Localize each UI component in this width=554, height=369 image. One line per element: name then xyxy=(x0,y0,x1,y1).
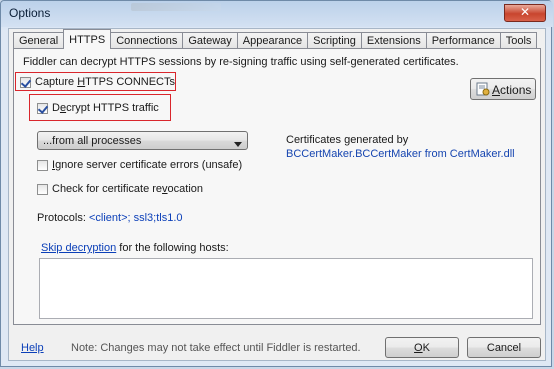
https-description: Fiddler can decrypt HTTPS sessions by re… xyxy=(23,56,459,68)
check-revocation-checkbox-row[interactable]: Check for certificate revocation xyxy=(37,183,203,195)
skip-decryption-link[interactable]: Skip decryption xyxy=(41,242,116,254)
tab-label: Appearance xyxy=(242,35,303,47)
close-icon: ✕ xyxy=(519,5,531,19)
decrypt-https-checkbox[interactable] xyxy=(37,102,48,114)
capture-https-checkbox[interactable] xyxy=(20,76,31,88)
actions-button-label: Actions xyxy=(492,83,532,97)
tab-general[interactable]: General xyxy=(13,32,65,49)
ignore-errors-checkbox-row[interactable]: Ignore server certificate errors (unsafe… xyxy=(37,159,242,171)
check-revocation-label: Check for certificate revocation xyxy=(52,183,204,195)
help-link[interactable]: Help xyxy=(21,342,44,354)
tab-label: Connections xyxy=(116,35,178,47)
title-bar-background-text xyxy=(131,3,221,11)
ignore-errors-label: Ignore server certificate errors (unsafe… xyxy=(52,159,243,171)
capture-https-label: Capture HTTPS CONNECTs xyxy=(35,76,175,88)
restart-note: Note: Changes may not take effect until … xyxy=(71,342,361,354)
cert-generated-label: Certificates generated by xyxy=(286,134,409,146)
cert-generator-value: BCCertMaker.BCCertMaker from CertMaker.d… xyxy=(286,148,515,160)
cancel-button-label: Cancel xyxy=(486,342,522,354)
window-title: Options xyxy=(9,6,51,20)
dialog-body: General HTTPS Connections Gateway Appear… xyxy=(8,28,546,361)
ok-button-label: OK xyxy=(414,342,430,354)
skip-decryption-row: Skip decryption for the following hosts: xyxy=(41,242,229,254)
tab-label: Gateway xyxy=(188,35,232,47)
process-filter-value: ...from all processes xyxy=(43,135,142,147)
process-filter-dropdown[interactable]: ...from all processes xyxy=(37,131,248,150)
skip-hosts-textarea[interactable] xyxy=(39,258,533,319)
tab-strip: General HTTPS Connections Gateway Appear… xyxy=(13,29,538,49)
ok-button[interactable]: OK xyxy=(385,337,459,358)
skip-decryption-text: for the following hosts: xyxy=(116,242,229,254)
https-tab-panel: Fiddler can decrypt HTTPS sessions by re… xyxy=(13,48,541,325)
cancel-button[interactable]: Cancel xyxy=(467,337,541,358)
title-bar[interactable]: Options ✕ xyxy=(1,1,553,27)
protocols-label: Protocols: xyxy=(37,212,89,224)
tab-gateway[interactable]: Gateway xyxy=(182,32,238,49)
close-button[interactable]: ✕ xyxy=(504,4,546,22)
tab-extensions[interactable]: Extensions xyxy=(360,32,427,49)
ignore-errors-checkbox[interactable] xyxy=(37,159,48,171)
tab-connections[interactable]: Connections xyxy=(110,32,184,49)
tab-label: Tools xyxy=(505,35,532,47)
tab-scripting[interactable]: Scripting xyxy=(307,32,362,49)
tab-appearance[interactable]: Appearance xyxy=(236,32,309,49)
capture-https-checkbox-row[interactable]: Capture HTTPS CONNECTs xyxy=(20,76,175,88)
protocols-row: Protocols: <client>; ssl3;tls1.0 xyxy=(37,212,183,224)
certificate-icon xyxy=(476,82,490,99)
options-window: Options ✕ General HTTPS Connections Gate… xyxy=(0,0,553,367)
tab-https[interactable]: HTTPS xyxy=(63,29,112,49)
protocols-link[interactable]: <client>; ssl3;tls1.0 xyxy=(89,212,183,224)
decrypt-https-label: Decrypt HTTPS traffic xyxy=(52,102,159,114)
chevron-down-icon xyxy=(234,138,242,150)
check-revocation-checkbox[interactable] xyxy=(37,183,48,195)
tab-label: Scripting xyxy=(313,35,356,47)
decrypt-https-checkbox-row[interactable]: Decrypt HTTPS traffic xyxy=(37,102,159,114)
tab-tools[interactable]: Tools xyxy=(499,32,538,49)
tab-label: Performance xyxy=(431,35,495,47)
tab-label: HTTPS xyxy=(69,34,106,46)
tab-label: Extensions xyxy=(366,35,421,47)
tab-label: General xyxy=(19,35,59,47)
actions-button[interactable]: Actions xyxy=(470,78,536,100)
tab-performance[interactable]: Performance xyxy=(425,32,501,49)
